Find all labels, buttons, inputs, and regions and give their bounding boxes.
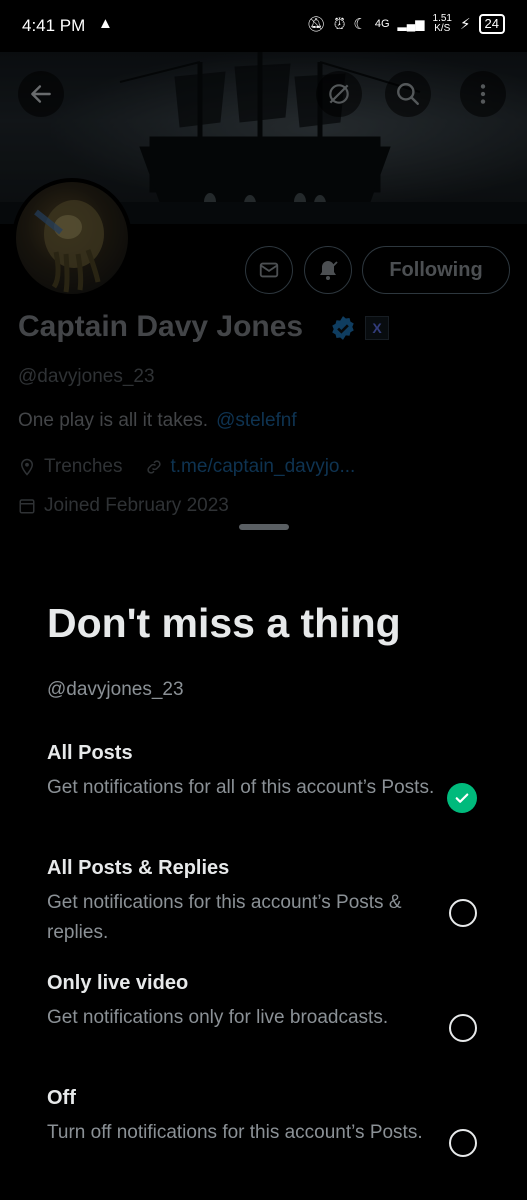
option-all-posts[interactable]: All Posts Get notifications for all of t… bbox=[47, 742, 487, 803]
profile-meta-row: Trenches t.me/captain_davyjo... bbox=[18, 456, 355, 478]
profile-joined-row: Joined February 2023 bbox=[18, 495, 229, 517]
moon-icon: ☾ bbox=[353, 16, 367, 33]
network-label: 4G bbox=[374, 18, 390, 30]
back-button[interactable] bbox=[18, 71, 64, 117]
speed-label: 1.51 K/S bbox=[433, 14, 452, 34]
status-bar: 4:41 PM ▲ 🔕︎ ⏰︎ ☾ 4G ▂▄▆ 1.51 K/S ⚡︎ 24 bbox=[0, 0, 527, 52]
option-label: Off bbox=[47, 1087, 76, 1109]
following-button[interactable]: Following bbox=[362, 246, 510, 294]
calendar-icon bbox=[19, 499, 35, 514]
option-only-live-video[interactable]: Only live video Get notifications only f… bbox=[47, 972, 487, 1033]
status-icons: 🔕︎ ⏰︎ ☾ 4G ▂▄▆ 1.51 K/S ⚡︎ 24 bbox=[307, 14, 505, 34]
sheet-handle: @davyjones_23 bbox=[47, 679, 184, 700]
avatar-image bbox=[34, 200, 104, 293]
status-time: 4:41 PM bbox=[22, 16, 86, 35]
radio-off[interactable] bbox=[449, 1129, 477, 1157]
search-icon bbox=[397, 83, 419, 105]
envelope-icon bbox=[259, 262, 279, 278]
option-posts-and-replies[interactable]: All Posts & Replies Get notifications fo… bbox=[47, 857, 487, 948]
profile-joined: Joined February 2023 bbox=[44, 495, 229, 516]
profile-bio: One play is all it takes. @stelefnf bbox=[18, 410, 297, 432]
more-button[interactable] bbox=[460, 71, 506, 117]
alarm-icon: ⏰︎ bbox=[333, 15, 346, 33]
grok-button[interactable] bbox=[316, 71, 362, 117]
speed-unit: K/S bbox=[434, 23, 451, 34]
profile-website-link[interactable]: t.me/captain_davyjo... bbox=[171, 456, 356, 478]
bio-mention-link[interactable]: @stelefnf bbox=[216, 410, 297, 431]
link-icon bbox=[146, 460, 161, 474]
location-icon bbox=[20, 458, 34, 476]
option-description: Turn off notifications for this account’… bbox=[47, 1122, 423, 1143]
grok-icon bbox=[329, 84, 349, 104]
charging-icon: ⚡︎ bbox=[459, 16, 471, 33]
bio-text: One play is all it takes. bbox=[18, 410, 209, 431]
affiliate-x-badge-icon: X bbox=[365, 316, 389, 340]
radio-all-posts-selected[interactable] bbox=[447, 783, 477, 813]
message-button[interactable] bbox=[245, 246, 293, 294]
warning-icon: ▲ bbox=[98, 15, 113, 32]
option-description: Get notifications only for live broadcas… bbox=[47, 1007, 389, 1028]
profile-name: Captain Davy Jones bbox=[18, 310, 304, 343]
back-arrow-icon bbox=[31, 85, 51, 103]
option-label: All Posts & Replies bbox=[47, 857, 230, 879]
option-label: Only live video bbox=[47, 972, 189, 994]
option-description: Get notifications for all of this accoun… bbox=[47, 777, 435, 798]
battery-level: 24 bbox=[478, 14, 505, 34]
option-label: All Posts bbox=[47, 742, 133, 764]
search-button[interactable] bbox=[385, 71, 431, 117]
bell-check-icon bbox=[320, 261, 338, 280]
option-description: Get notifications for this account’s Pos… bbox=[47, 892, 402, 943]
checkmark-icon bbox=[455, 793, 469, 803]
mute-icon: 🔕︎ bbox=[306, 16, 326, 33]
more-icon bbox=[480, 84, 486, 104]
verified-badge-icon bbox=[330, 315, 356, 346]
profile-handle: @davyjones_23 bbox=[18, 366, 155, 387]
sheet-title: Don't miss a thing bbox=[47, 600, 401, 646]
sheet-grabber[interactable] bbox=[239, 524, 289, 530]
notification-bell-button[interactable] bbox=[304, 246, 352, 294]
radio-posts-and-replies[interactable] bbox=[449, 899, 477, 927]
avatar[interactable] bbox=[12, 178, 132, 298]
signal-icon: ▂▄▆ bbox=[397, 17, 425, 31]
option-off[interactable]: Off Turn off notifications for this acco… bbox=[47, 1087, 487, 1148]
radio-only-live-video[interactable] bbox=[449, 1014, 477, 1042]
profile-location: Trenches bbox=[44, 456, 123, 477]
